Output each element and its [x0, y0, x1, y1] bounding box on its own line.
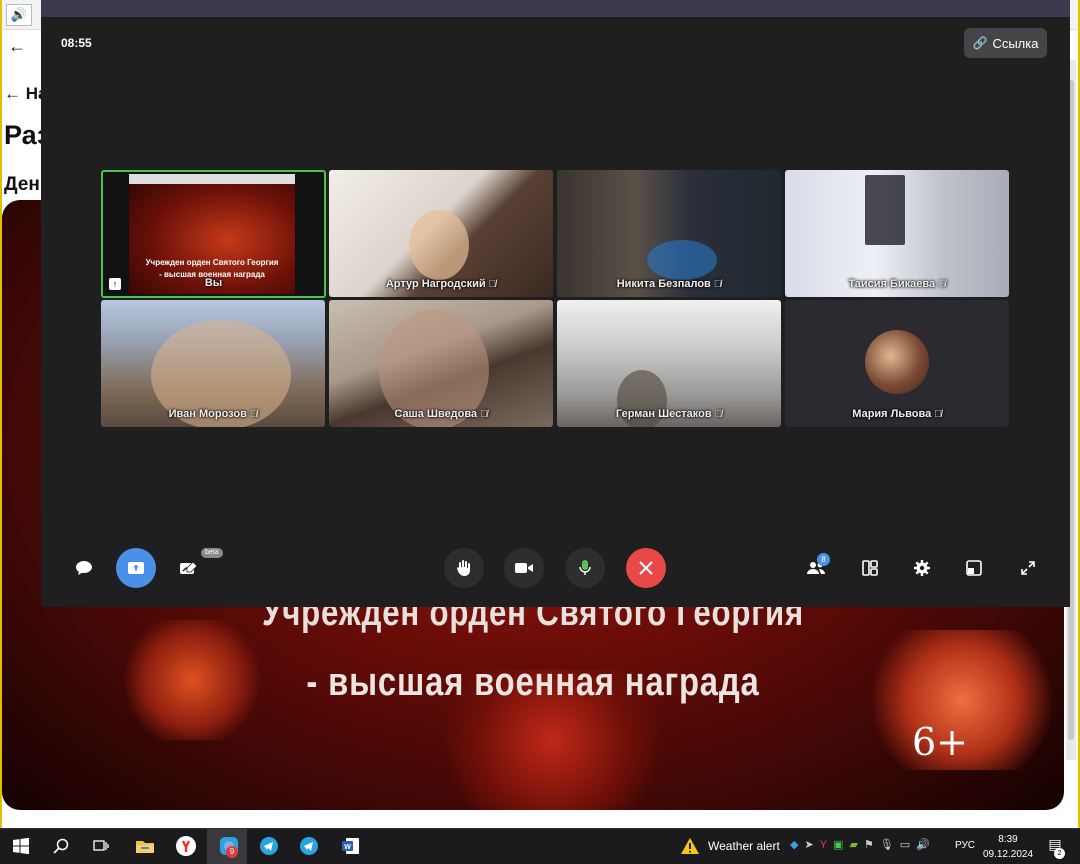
participant-name: Мария Львова 🎙̸: [852, 408, 942, 420]
participant-name: Артур Нагродский 🎙̸: [385, 278, 497, 290]
video-caption-line2: - высшая военная награда: [306, 660, 760, 704]
microphone-icon: [579, 560, 591, 575]
yandex-tray-icon[interactable]: Y: [820, 839, 827, 851]
microphone-tray-icon[interactable]: 🎙: [880, 838, 894, 851]
tray-app-icon[interactable]: ▣: [833, 838, 843, 851]
layout-button[interactable]: [855, 553, 885, 583]
beta-badge: beta: [201, 548, 223, 558]
word-icon[interactable]: W: [340, 832, 362, 860]
pip-icon: [966, 560, 982, 576]
participant-tile[interactable]: Мария Львова 🎙̸: [785, 300, 1009, 427]
file-explorer-icon[interactable]: [134, 832, 156, 860]
end-call-button[interactable]: [626, 548, 666, 588]
windows-start-icon[interactable]: [10, 832, 32, 860]
telegram-icon[interactable]: [298, 832, 320, 860]
participants-count-badge: 8: [817, 553, 830, 566]
clock[interactable]: 8:39 09.12.2024: [980, 832, 1036, 862]
chat-icon: [76, 561, 92, 575]
settings-button[interactable]: [907, 553, 937, 583]
system-tray[interactable]: ◆ ➤ Y ▣ ▰ ⚑ 🎙 ▭ 🔊: [790, 838, 930, 852]
search-icon[interactable]: [50, 832, 72, 860]
network-icon[interactable]: ▭: [900, 838, 910, 851]
svg-text:W: W: [344, 844, 351, 851]
mic-off-icon: 🎙̸: [934, 409, 942, 420]
microphone-button[interactable]: [565, 548, 605, 588]
copy-link-button[interactable]: 🔗 Ссылка: [964, 28, 1047, 58]
nvidia-icon[interactable]: ▰: [849, 838, 857, 851]
tray-app-icon[interactable]: ◆: [790, 838, 798, 851]
call-timer: 08:55: [61, 36, 92, 50]
weather-label: Weather alert: [708, 839, 780, 853]
video-conference-window: 08:55 🔗 Ссылка Учрежден орден Святого Ге…: [41, 0, 1070, 607]
mic-off-icon: 🎙̸: [938, 279, 946, 290]
share-screen-button[interactable]: [116, 548, 156, 588]
avatar: [865, 330, 929, 394]
participant-name: Саша Шведова 🎙̸: [394, 408, 488, 420]
participant-tile[interactable]: Саша Шведова 🎙̸: [329, 300, 553, 427]
notification-badge: 9: [226, 846, 238, 858]
layout-icon: [862, 560, 878, 576]
flag-icon[interactable]: ⚑: [864, 838, 874, 851]
camera-icon: [515, 563, 533, 573]
participant-tile[interactable]: Никита Безпалов 🎙̸: [557, 170, 781, 297]
chat-button[interactable]: [69, 553, 99, 583]
participant-tile[interactable]: Иван Морозов 🎙̸: [101, 300, 325, 427]
mic-off-icon: 🎙̸: [480, 409, 488, 420]
participant-tile-self[interactable]: Учрежден орден Святого Георгия - высшая …: [101, 170, 326, 298]
mic-off-icon: 🎙̸: [713, 279, 722, 290]
telegram-tray-icon[interactable]: ➤: [804, 838, 813, 851]
page-subtitle: Ден: [4, 174, 40, 195]
gear-icon: [914, 560, 930, 576]
volume-icon[interactable]: 🔊: [6, 4, 32, 26]
participant-name: Таисия Бикаева 🎙̸: [848, 278, 946, 290]
whiteboard-button[interactable]: [174, 553, 204, 583]
close-icon: [639, 561, 653, 575]
camera-button[interactable]: [504, 548, 544, 588]
shared-screen-preview: Учрежден орден Святого Георгия - высшая …: [129, 174, 295, 294]
fullscreen-button[interactable]: [1013, 553, 1043, 583]
participant-name: Иван Морозов 🎙̸: [168, 408, 258, 420]
volume-icon[interactable]: 🔊: [916, 838, 930, 851]
clock-date: 09.12.2024: [982, 849, 1034, 860]
preview-toolbar: [129, 174, 295, 184]
mic-off-icon: 🎙̸: [714, 409, 723, 420]
weather-widget[interactable]: Weather alert: [680, 837, 780, 855]
participant-tile[interactable]: Герман Шестаков 🎙̸: [557, 300, 781, 427]
picture-in-picture-button[interactable]: [959, 553, 989, 583]
participant-tile[interactable]: Артур Нагродский 🎙̸: [329, 170, 553, 297]
task-view-icon[interactable]: [90, 832, 112, 860]
conference-top-bar: [41, 0, 1070, 17]
whiteboard-icon: [180, 561, 198, 574]
mic-off-icon: 🎙̸: [488, 279, 497, 290]
participant-name: Никита Безпалов 🎙̸: [616, 278, 722, 290]
telegram-icon[interactable]: [258, 832, 280, 860]
back-arrow-icon[interactable]: ←: [8, 36, 26, 57]
fullscreen-icon: [1021, 561, 1035, 575]
language-indicator[interactable]: РУС: [955, 840, 975, 851]
raise-hand-button[interactable]: [444, 548, 484, 588]
copy-link-label: Ссылка: [992, 35, 1039, 51]
yandex-browser-icon[interactable]: [174, 832, 198, 860]
notification-count-badge: 2: [1054, 848, 1065, 859]
participant-tile[interactable]: Таисия Бикаева 🎙̸: [785, 170, 1009, 297]
warning-icon: [681, 838, 699, 854]
link-icon: 🔗: [972, 36, 988, 50]
share-screen-icon: [128, 562, 144, 574]
preview-caption-line1: Учрежден орден Святого Георгия: [145, 258, 279, 267]
hand-icon: [456, 560, 470, 576]
clock-time: 8:39: [998, 834, 1018, 845]
age-rating: 6+: [912, 720, 969, 764]
participant-name: Вы: [204, 277, 223, 289]
window-border: [0, 0, 2, 828]
mic-off-icon: 🎙̸: [249, 409, 258, 420]
participant-name: Герман Шестаков 🎙̸: [615, 408, 723, 420]
